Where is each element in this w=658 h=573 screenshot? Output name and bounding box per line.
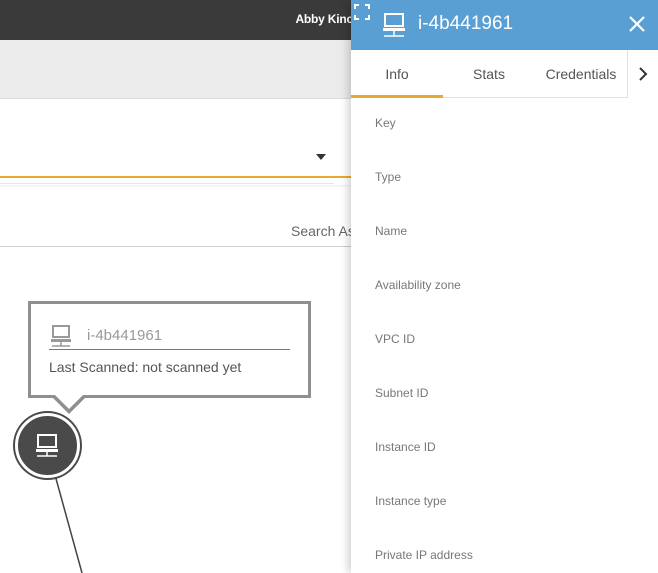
field-label-type: Type — [375, 170, 402, 184]
field-label-instance-id: Instance ID — [375, 440, 436, 454]
tabs-next-button[interactable] — [627, 50, 658, 98]
computer-icon — [383, 13, 405, 37]
field-label-key: Key — [375, 116, 396, 130]
filter-dropdown[interactable] — [0, 138, 352, 178]
chevron-right-icon — [639, 67, 648, 81]
tab-stats[interactable]: Stats — [443, 66, 535, 82]
divider — [0, 183, 334, 184]
chevron-down-icon[interactable] — [316, 154, 326, 160]
field-label-private-ip: Private IP address — [375, 548, 473, 562]
user-name[interactable]: Abby Kinc — [295, 12, 353, 26]
field-label-availability-zone: Availability zone — [375, 278, 461, 292]
active-tab-indicator — [351, 95, 443, 98]
tooltip-status: Last Scanned: not scanned yet — [49, 359, 242, 375]
field-label-name: Name — [375, 224, 408, 238]
tab-credentials[interactable]: Credentials — [535, 66, 627, 82]
computer-icon — [36, 434, 58, 457]
field-label-vpc-id: VPC ID — [375, 332, 416, 346]
tooltip-arrow-fill — [55, 395, 83, 409]
computer-icon — [51, 325, 71, 347]
tab-info[interactable]: Info — [351, 66, 443, 82]
field-label-subnet-id: Subnet ID — [375, 386, 429, 400]
close-icon[interactable] — [627, 14, 647, 34]
expand-icon[interactable] — [354, 4, 370, 20]
field-label-instance-type: Instance type — [375, 494, 447, 508]
panel-title: i-4b441961 — [418, 13, 514, 34]
search-underline — [0, 246, 352, 247]
tooltip-title: i-4b441961 — [87, 327, 163, 344]
tooltip-divider — [49, 349, 290, 350]
search-assets-input[interactable]: Search As — [291, 223, 355, 239]
